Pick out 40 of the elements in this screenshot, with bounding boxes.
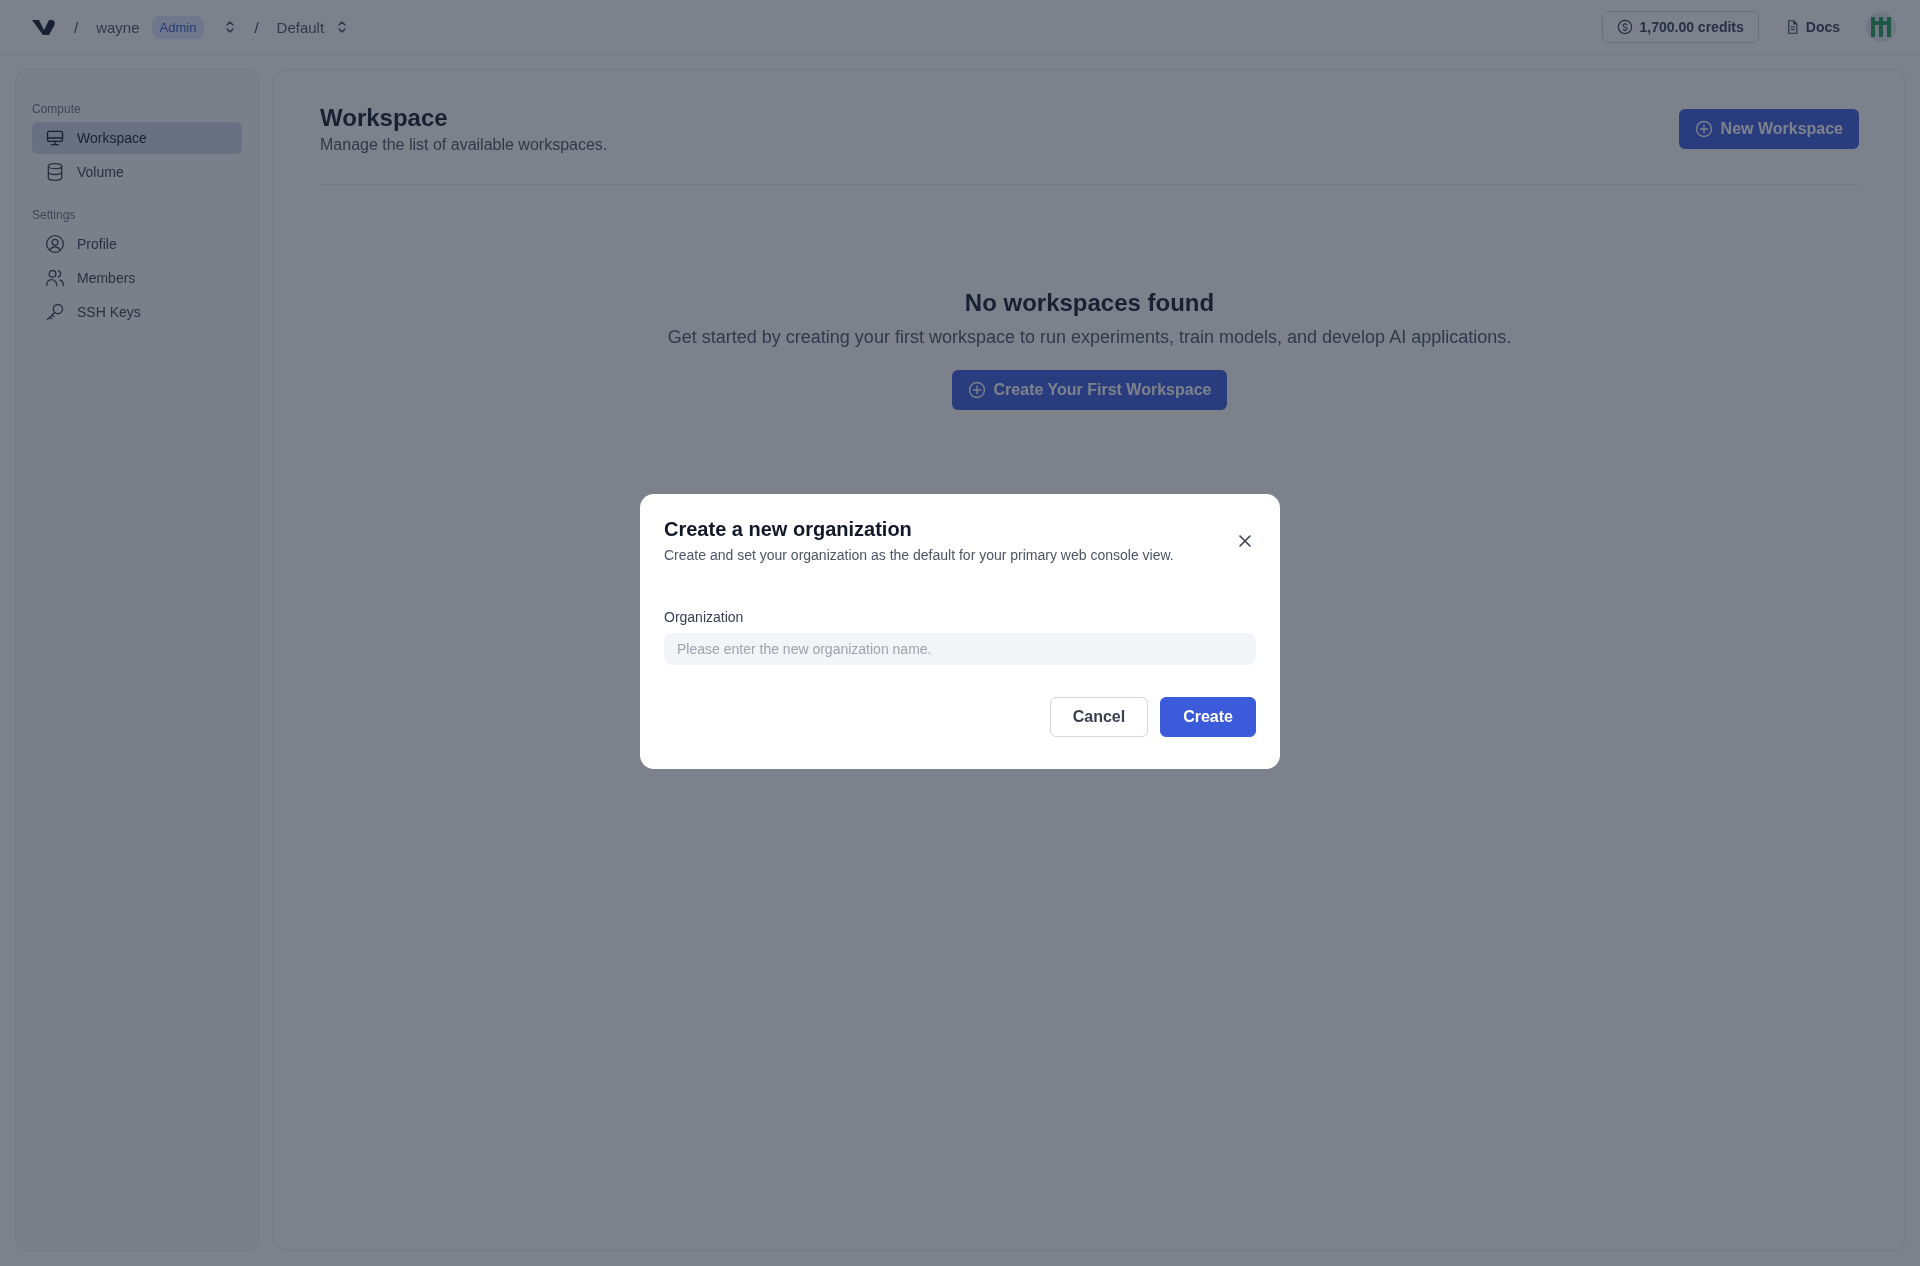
breadcrumb-link[interactable]: wayne <box>96 18 140 36</box>
sidebar-item[interactable]: SSH Keys <box>32 296 242 328</box>
breadcrumb-separator: / <box>74 18 79 36</box>
people-icon <box>45 268 65 288</box>
user-circle-icon <box>45 234 65 254</box>
new-workspace-button[interactable]: New Workspace <box>1678 109 1859 149</box>
empty-state-title: No workspaces found <box>964 289 1215 317</box>
field-label: Organization <box>664 609 745 625</box>
docs-link[interactable]: Docs <box>1784 19 1840 35</box>
sidebar-item[interactable]: Workspace <box>32 122 242 154</box>
dialog-description: Create and set your organization as the default for your primary web console view. <box>664 547 1174 563</box>
chevron-up-down-icon[interactable] <box>336 19 349 35</box>
section-heading: Settings <box>32 208 77 222</box>
monitor-icon <box>45 128 65 148</box>
breadcrumb-separator: / <box>254 18 259 36</box>
cancel-button[interactable]: Cancel <box>1049 697 1149 737</box>
page-subtitle: Manage the list of available workspaces. <box>320 136 608 154</box>
breadcrumb-link[interactable]: Default <box>276 18 325 36</box>
coin-icon <box>1617 19 1634 35</box>
sidebar-item[interactable]: Volume <box>32 156 242 188</box>
credits-button[interactable]: 1,700.00 credits <box>1602 11 1759 43</box>
pixel-pattern-icon <box>1871 17 1891 37</box>
sidebar-item[interactable]: Members <box>32 262 242 294</box>
dialog-title: Create a new organization <box>664 518 913 541</box>
database-icon <box>45 162 65 182</box>
sidebar-item[interactable]: Profile <box>32 228 242 260</box>
plus-circle-icon <box>967 381 986 399</box>
chevron-up-down-icon[interactable] <box>224 19 237 35</box>
empty-state-text: Get started by creating your first workspace to run experiments, train models, and develop AI applications. <box>667 327 1512 348</box>
confirm-button[interactable]: Create <box>1160 697 1256 737</box>
key-icon <box>45 302 65 322</box>
logo-icon[interactable] <box>32 18 56 36</box>
create-workspace-button[interactable]: Create Your First Workspace <box>951 370 1228 410</box>
organization-input-field[interactable]: Please enter the new organization name. <box>664 633 1256 665</box>
page-title: Workspace <box>320 104 449 132</box>
section-heading: Compute <box>32 102 82 116</box>
close-icon <box>1238 534 1252 548</box>
plus-circle-icon <box>1694 120 1713 138</box>
avatar[interactable] <box>1866 12 1896 42</box>
role-badge: Admin <box>151 15 205 39</box>
